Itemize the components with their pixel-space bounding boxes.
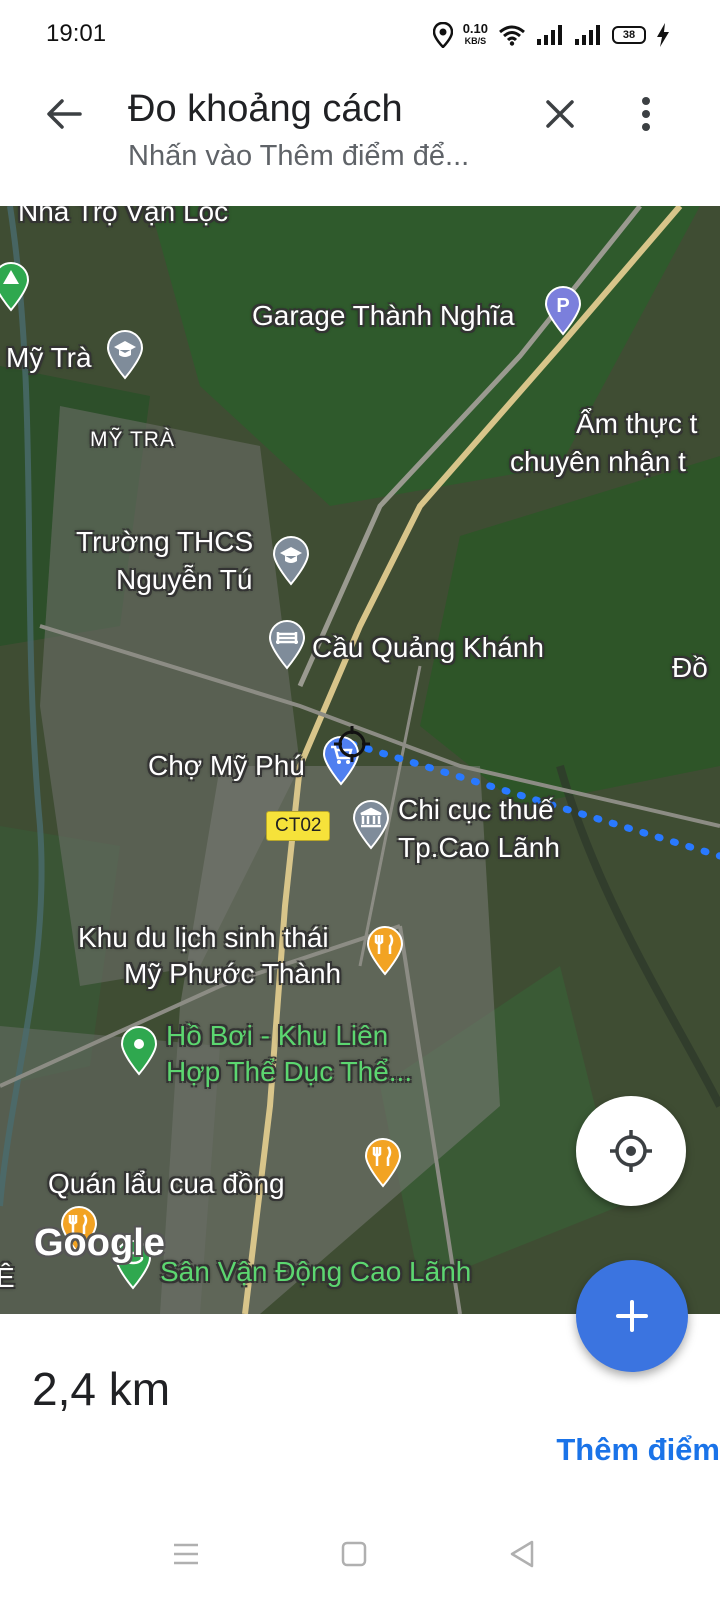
map-label-am-thuc-1: Ẩm thực t: [576, 408, 698, 439]
bridge-pin-icon[interactable]: [268, 620, 306, 670]
map-label-cau: Cầu Quảng Khánh: [312, 632, 544, 663]
map-label-khu-du-lich-1: Khu du lịch sinh thái: [78, 922, 329, 953]
battery-icon: 38: [612, 26, 646, 44]
map-label-chi-cuc-2: Tp.Cao Lãnh: [398, 832, 560, 863]
school-pin-icon[interactable]: [106, 330, 144, 380]
restaurant-pin-icon[interactable]: [366, 926, 404, 976]
map-label-cho: Chợ Mỹ Phú: [148, 750, 305, 781]
back-nav-button[interactable]: [502, 1534, 542, 1574]
my-location-button[interactable]: [576, 1096, 686, 1206]
system-navigation-bar: [0, 1520, 720, 1600]
plus-icon: [616, 1300, 648, 1332]
more-vert-icon: [642, 97, 650, 131]
add-point-button[interactable]: Thêm điểm: [556, 1432, 720, 1468]
back-button[interactable]: [40, 90, 88, 138]
status-bar: 19:01 0.10 KB/S 38: [0, 0, 720, 70]
map-label-quan-lau: Quán lẩu cua đồng: [48, 1168, 285, 1199]
charging-icon: [657, 23, 669, 47]
battery-level: 38: [622, 29, 636, 41]
map-label-san-van-dong: Sân Vận Động Cao Lãnh: [160, 1256, 472, 1287]
map-label-am-thuc-2: chuyên nhận t: [510, 446, 686, 477]
map-label-edge-e: Ê: [0, 1262, 15, 1293]
map-label-nha-tro: Nhà Trọ Vạn Lộc: [18, 206, 229, 227]
back-triangle-icon: [510, 1540, 534, 1568]
home-button[interactable]: [334, 1534, 374, 1574]
map-label-ho-boi-1: Hồ Bơi - Khu Liên: [166, 1020, 389, 1051]
school-pin-icon-2[interactable]: [272, 536, 310, 586]
map-label-khu-du-lich-2: Mỹ Phước Thành: [124, 958, 342, 989]
map-label-chi-cuc-1: Chi cục thuế: [398, 794, 554, 825]
network-speed: 0.10 KB/S: [462, 21, 488, 47]
map-label-garage: Garage Thành Nghĩa: [252, 300, 515, 331]
my-location-icon: [610, 1130, 652, 1172]
map-label-truong-1: Trường THCS: [76, 526, 254, 557]
wifi-icon: [499, 25, 525, 46]
status-icons: 0.10 KB/S 38: [432, 18, 670, 52]
page-subtitle: Nhấn vào Thêm điểm để...: [128, 140, 470, 172]
pool-pin-icon[interactable]: [120, 1026, 158, 1076]
measure-start-crosshair-icon[interactable]: [332, 724, 372, 764]
network-speed-unit: KB/S: [464, 36, 487, 46]
map-label-my-tra-school: Mỹ Trà: [6, 342, 92, 373]
svg-text:P: P: [556, 295, 569, 317]
park-pin-icon[interactable]: [0, 262, 30, 312]
location-icon: [432, 22, 453, 48]
map-label-my-tra-area: MỸ TRÀ: [90, 428, 175, 451]
recents-button[interactable]: [166, 1534, 206, 1574]
arrow-back-icon: [47, 99, 82, 129]
map-label-truong-2: Nguyễn Tú: [116, 564, 253, 595]
google-logo: Google: [34, 1222, 165, 1264]
menu-icon: [174, 1543, 198, 1565]
map-label-ho-boi-2: Hợp Thể Dục Thể...: [166, 1056, 413, 1087]
restaurant-pin-icon-2[interactable]: [364, 1138, 402, 1188]
status-time: 19:01: [46, 20, 107, 47]
government-pin-icon[interactable]: [352, 800, 390, 850]
network-speed-value: 0.10: [462, 21, 488, 36]
signal-icon-1: [537, 25, 562, 45]
close-icon: [546, 100, 574, 128]
parking-pin-icon[interactable]: P: [544, 286, 582, 336]
home-square-icon: [341, 1541, 367, 1567]
distance-value: 2,4 km: [32, 1363, 171, 1415]
more-options-button[interactable]: [628, 90, 664, 138]
close-button[interactable]: [536, 90, 584, 138]
page-title: Đo khoảng cách: [128, 88, 403, 130]
add-point-fab[interactable]: [576, 1260, 688, 1372]
route-badge: CT02: [266, 811, 331, 841]
signal-icon-2: [575, 25, 600, 45]
app-bar: Đo khoảng cách Nhấn vào Thêm điểm để...: [0, 70, 720, 206]
map-label-do: Đồ: [672, 652, 708, 683]
